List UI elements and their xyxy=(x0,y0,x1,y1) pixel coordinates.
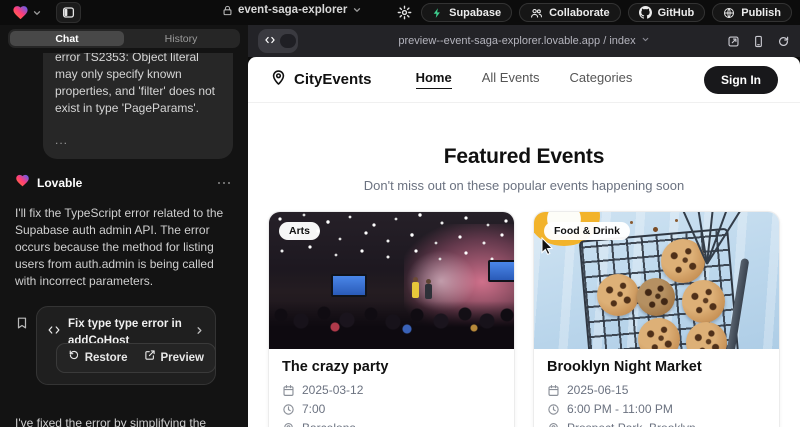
topbar-actions: Supabase Collaborate GitHub Publish xyxy=(395,3,792,22)
calendar-icon xyxy=(282,384,295,397)
sidebar-tabbar: Chat History xyxy=(0,25,248,53)
site-header: CityEvents Home All Events Categories Si… xyxy=(248,57,800,103)
event-image-party: Arts xyxy=(269,212,514,349)
hero-section: Featured Events Don't miss out on these … xyxy=(248,103,800,193)
clock-icon xyxy=(547,403,560,416)
nav-all-events[interactable]: All Events xyxy=(482,70,540,89)
open-in-new-tab-icon[interactable] xyxy=(727,35,740,48)
assistant-header: Lovable xyxy=(15,173,233,193)
bookmark-icon[interactable] xyxy=(15,316,29,335)
publish-button[interactable]: Publish xyxy=(712,3,792,22)
hero-title: Featured Events xyxy=(248,145,800,169)
settings-gear-icon[interactable] xyxy=(395,3,414,22)
refresh-icon[interactable] xyxy=(777,35,790,48)
assistant-name: Lovable xyxy=(37,175,208,192)
tab-history[interactable]: History xyxy=(124,31,238,46)
category-badge: Food & Drink xyxy=(544,222,630,240)
edit-summary-block: Fix type type error in addCoHost View co… xyxy=(15,306,233,385)
chat-scroll-area[interactable]: error TS2353: Object literal may only sp… xyxy=(0,53,248,427)
site-preview: CityEvents Home All Events Categories Si… xyxy=(248,57,800,427)
github-icon xyxy=(639,6,652,19)
category-badge: Arts xyxy=(279,222,320,240)
event-location-row: Barcelona xyxy=(282,421,501,427)
project-switcher[interactable]: event-saga-explorer xyxy=(222,4,362,16)
github-button[interactable]: GitHub xyxy=(628,3,706,22)
nav-categories[interactable]: Categories xyxy=(570,70,633,89)
globe-icon xyxy=(723,7,735,19)
lovable-heart-icon xyxy=(15,173,30,193)
supabase-button[interactable]: Supabase xyxy=(421,3,512,22)
nav-home[interactable]: Home xyxy=(416,70,452,89)
hero-subtitle: Don't miss out on these popular events h… xyxy=(248,178,800,193)
clock-icon xyxy=(282,403,295,416)
user-message-bubble: error TS2353: Object literal may only sp… xyxy=(43,53,233,159)
preview-url-bar: preview--event-saga-explorer.lovable.app… xyxy=(248,25,800,57)
project-name: event-saga-explorer xyxy=(238,4,347,16)
lovable-menu-button[interactable] xyxy=(8,2,46,23)
collaborate-button[interactable]: Collaborate xyxy=(519,3,621,22)
event-card-night-market[interactable]: Food & Drink Brooklyn Night Market 2025-… xyxy=(533,211,780,427)
assistant-paragraph-2: I've fixed the error by simplifying the … xyxy=(15,415,233,427)
chevron-down-icon xyxy=(32,8,42,18)
message-menu-icon[interactable] xyxy=(215,179,234,188)
preview-panel: preview--event-saga-explorer.lovable.app… xyxy=(248,25,800,427)
mobile-view-icon[interactable] xyxy=(752,35,765,48)
lovable-logo-icon xyxy=(12,4,29,21)
event-time-row: 7:00 xyxy=(282,402,501,416)
top-bar: event-saga-explorer Supabase Collaborate xyxy=(0,0,800,25)
restore-button[interactable]: Restore xyxy=(61,347,135,369)
lock-icon xyxy=(222,5,233,16)
chat-sidebar: Chat History error TS2353: Object litera… xyxy=(0,25,248,427)
code-icon xyxy=(260,31,280,51)
calendar-icon xyxy=(547,384,560,397)
map-pin-icon xyxy=(282,422,295,427)
event-time-row: 6:00 PM - 11:00 PM xyxy=(547,402,766,416)
assistant-paragraph-1: I'll fix the TypeScript error related to… xyxy=(15,205,233,290)
event-image-cookies: Food & Drink xyxy=(534,212,779,349)
event-title: Brooklyn Night Market xyxy=(547,359,766,375)
rotate-ccw-icon xyxy=(68,349,80,367)
event-cards: Arts The crazy party 2025-03-12 7:00 xyxy=(248,211,800,427)
event-card-crazy-party[interactable]: Arts The crazy party 2025-03-12 7:00 xyxy=(268,211,515,427)
map-pin-icon xyxy=(270,69,287,90)
sign-in-button[interactable]: Sign In xyxy=(704,66,778,94)
toggle-sidebar-button[interactable] xyxy=(56,2,81,23)
preview-button[interactable]: Preview xyxy=(137,347,211,369)
message-overflow-dots: ... xyxy=(55,132,221,149)
panel-left-icon xyxy=(62,6,75,19)
chevron-right-icon xyxy=(194,325,205,342)
code-icon xyxy=(47,324,61,342)
event-date-row: 2025-06-15 xyxy=(547,383,766,397)
supabase-bolt-icon xyxy=(432,7,443,19)
app-window: event-saga-explorer Supabase Collaborate xyxy=(0,0,800,427)
chevron-down-icon xyxy=(352,5,362,15)
people-icon xyxy=(530,7,543,19)
chevron-down-icon[interactable] xyxy=(641,35,650,47)
code-view-toggle[interactable] xyxy=(258,29,298,53)
user-message-text: error TS2353: Object literal may only sp… xyxy=(55,53,221,117)
external-link-icon xyxy=(144,349,156,367)
map-pin-icon xyxy=(547,422,560,427)
toggle-knob xyxy=(280,34,296,48)
tab-chat[interactable]: Chat xyxy=(10,31,124,46)
event-date-row: 2025-03-12 xyxy=(282,383,501,397)
preview-url: preview--event-saga-explorer.lovable.app… xyxy=(248,35,800,47)
event-location-row: Prospect Park, Brooklyn xyxy=(547,421,766,427)
event-title: The crazy party xyxy=(282,359,501,375)
version-toolbar: Restore Preview xyxy=(56,343,216,373)
site-brand[interactable]: CityEvents xyxy=(270,69,372,90)
